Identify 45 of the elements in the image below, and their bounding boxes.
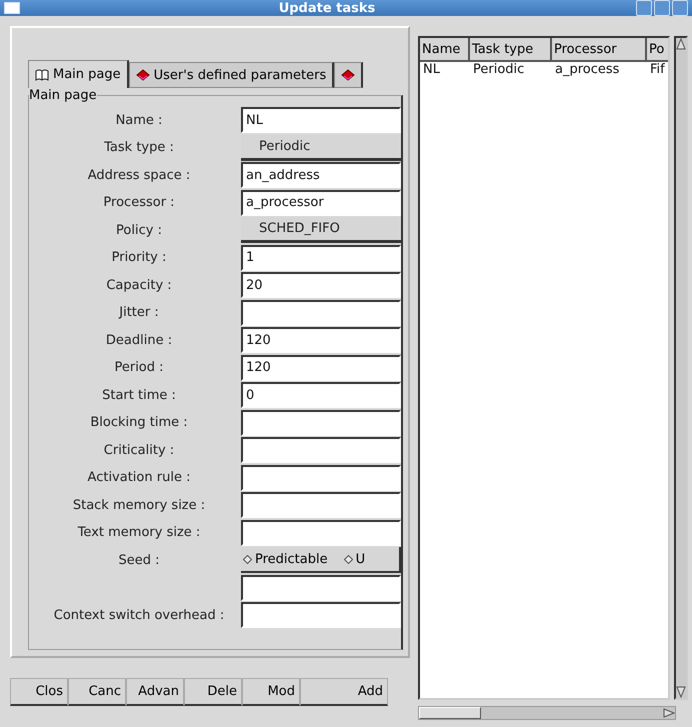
field-label: Blocking time : [89,415,189,430]
input-field[interactable]: a_processor [241,190,401,216]
radio-option[interactable]: Predictable [243,552,338,566]
field-label: Policy : [115,222,163,238]
table-cell-text: a_process [554,62,620,79]
dialog-button[interactable]: Canc [68,678,126,706]
column-header[interactable]: Name [420,38,470,60]
field-label: Context switch overhead : [52,608,226,622]
dialog-button[interactable]: Dele [184,678,242,706]
field-label: Name : [114,112,164,128]
table-cell-text: Fif [649,62,666,79]
dialog-button[interactable]: Mod [242,678,300,706]
field-label: Stack memory size : [72,498,206,512]
input-field[interactable]: 120 [241,327,401,353]
field-label: Criticality : [102,442,176,458]
input-field[interactable]: NL [241,107,401,133]
field-label: Address space : [86,168,192,182]
field-label: Jitter : [118,305,160,320]
group-title: Main page [29,88,97,103]
field-label: Priority : [110,250,168,265]
field-label: Seed : [117,552,160,568]
input-field[interactable]: an_address [241,162,401,188]
dialog-button[interactable]: Clos [10,678,68,706]
input-field[interactable]: 1 [241,244,401,270]
tab[interactable]: Main page [28,60,129,88]
column-header[interactable]: Processor [552,38,647,60]
field-label: Text memory size : [76,525,202,540]
field-label: Start time : [101,388,177,402]
field-label: Processor : [102,195,176,210]
field-label: Task type : [103,140,175,155]
column-header[interactable]: Task type [470,38,552,60]
tab[interactable]: User's defined parameters [128,62,334,88]
field-label: Capacity : [105,278,173,292]
dialog-button[interactable]: Add [300,678,388,706]
radio-option[interactable]: U [344,552,376,566]
field-label: Activation rule : [86,470,192,485]
field-label: Period : [113,360,165,375]
dialog-button[interactable]: Advan [126,678,184,706]
table-cell-text: Periodic [472,62,526,79]
input-field[interactable]: 120 [241,354,401,380]
window-title: Update tasks [278,0,376,16]
table-cell-text: NL [422,62,441,79]
field-label: Deadline : [104,332,174,348]
input-field[interactable]: 20 [241,272,401,298]
input-field[interactable]: 0 [241,382,401,408]
